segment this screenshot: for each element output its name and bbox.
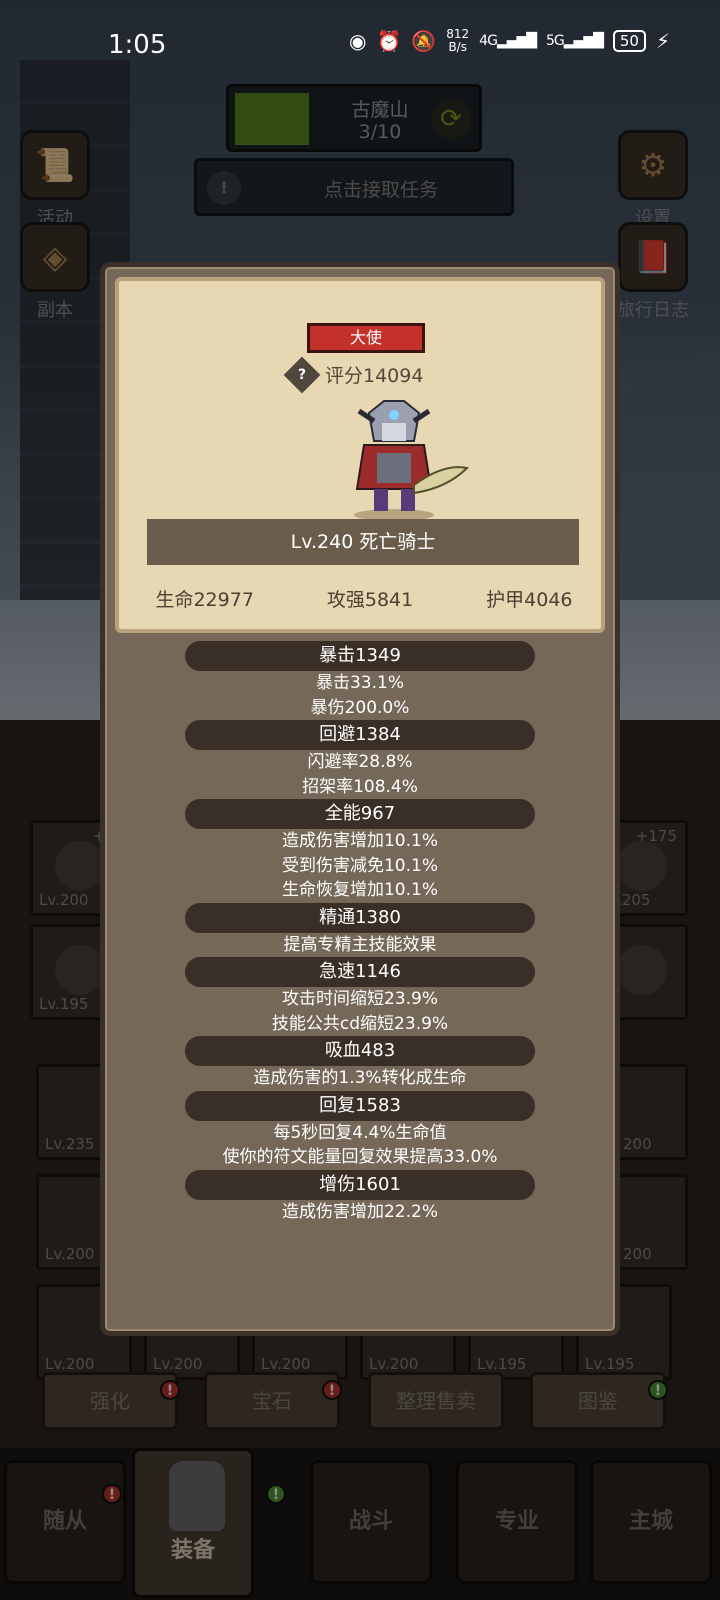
- status-icons: ◉ ⏰ 🔕 812 B/s 4G▂▄▆█ 5G▂▄▆█ 50 ⚡: [349, 28, 670, 54]
- stat-line: 技能公共cd缩短23.9%: [271, 1013, 449, 1034]
- stat-line: 攻击时间缩短23.9%: [281, 989, 438, 1009]
- stat-header-haste: 急速1146: [185, 957, 535, 987]
- status-bar: 1:05 ◉ ⏰ 🔕 812 B/s 4G▂▄▆█ 5G▂▄▆█ 50 ⚡: [0, 0, 720, 90]
- stat-header-dodge: 回避1384: [185, 720, 535, 750]
- charging-icon: ⚡: [655, 29, 670, 53]
- score-row: ? 评分14094: [283, 356, 424, 393]
- stat-line: 提高专精主技能效果: [283, 934, 437, 955]
- death-knight-portrait: [354, 400, 469, 521]
- stat-line: 闪避率28.8%: [307, 752, 413, 772]
- clock: 1:05: [108, 30, 167, 60]
- stat-line: 受到伤害减免10.1%: [281, 855, 438, 876]
- hero-stats-modal: 大使 ? 评分14094 Lv.240 死亡骑士 生命22977 攻强5841 …: [100, 262, 620, 1336]
- rank-badge: 大使: [307, 323, 425, 353]
- net-speed: 812 B/s: [446, 27, 470, 54]
- stat-line: 使你的符文能量回复效果提高33.0%: [222, 1147, 498, 1167]
- signal-4g-icon: 4G▂▄▆█: [479, 33, 537, 49]
- stat-header-mastery: 精通1380: [185, 902, 535, 933]
- stat-line: 招架率108.4%: [302, 776, 418, 797]
- stat-line: 暴击33.1%: [315, 673, 404, 693]
- secondary-stats: 暴击1349 暴击33.1% 暴伤200.0% 回避1384 闪避率28.8% …: [105, 641, 615, 1224]
- stat-line: 每5秒回复4.4%生命值: [273, 1122, 447, 1143]
- stat-line: 造成伤害的1.3%转化成生命: [253, 1068, 467, 1088]
- stat-line: 造成伤害增加10.1%: [281, 831, 438, 851]
- hero-name-bar: Lv.240 死亡骑士: [147, 519, 579, 565]
- stat-header-lifesteal: 吸血483: [185, 1036, 535, 1066]
- signal-5g-icon: 5G▂▄▆█: [546, 33, 604, 49]
- stat-header-crit: 暴击1349: [185, 641, 535, 671]
- basic-stats: 生命22977 攻强5841 护甲4046: [119, 585, 609, 612]
- armor-stat: 护甲4046: [486, 589, 573, 611]
- mute-bell-icon: 🔕: [411, 29, 437, 53]
- stat-header-versatility: 全能967: [185, 799, 535, 829]
- attack-stat: 攻强5841: [326, 589, 414, 611]
- score-value: 评分14094: [325, 365, 424, 387]
- stat-header-damage-boost: 增伤1601: [185, 1169, 535, 1200]
- hp-stat: 生命22977: [155, 589, 254, 611]
- stat-line: 暴伤200.0%: [310, 697, 410, 718]
- hero-card: 大使 ? 评分14094 Lv.240 死亡骑士 生命22977 攻强5841 …: [115, 277, 605, 633]
- question-icon[interactable]: ?: [283, 356, 321, 393]
- eye-icon: ◉: [349, 29, 367, 53]
- stat-header-regen: 回复1583: [185, 1090, 535, 1121]
- alarm-icon: ⏰: [376, 29, 402, 53]
- stat-line: 生命恢复增加10.1%: [281, 880, 438, 900]
- battery-icon: 50: [612, 30, 646, 52]
- stat-line: 造成伤害增加22.2%: [281, 1201, 438, 1222]
